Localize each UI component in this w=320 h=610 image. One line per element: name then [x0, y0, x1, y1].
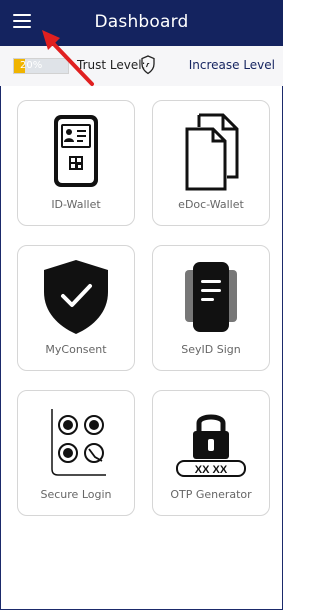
shield-icon [141, 55, 155, 75]
tile-edoc-wallet[interactable]: eDoc-Wallet [152, 100, 270, 226]
tile-otp-generator[interactable]: XX XX OTP Generator [152, 390, 270, 516]
tile-label: MyConsent [45, 343, 107, 356]
pattern-lock-icon [51, 409, 106, 476]
tile-myconsent[interactable]: MyConsent [17, 245, 135, 371]
tile-label: eDoc-Wallet [178, 198, 244, 211]
documents-icon [185, 113, 239, 191]
id-card-phone-icon [54, 115, 98, 187]
otp-lock-icon: XX XX [176, 414, 246, 477]
shield-check-icon [44, 260, 108, 334]
tile-seyid-sign[interactable]: SeyID Sign [152, 245, 270, 371]
tile-label: ID-Wallet [51, 198, 101, 211]
tile-label: SeyID Sign [181, 343, 241, 356]
svg-text:XX XX: XX XX [195, 464, 228, 476]
annotation-arrow-icon [42, 30, 94, 86]
sign-document-icon [185, 262, 237, 332]
increase-level-link[interactable]: Increase Level [189, 58, 275, 72]
tile-label: Secure Login [40, 488, 112, 501]
tile-label: OTP Generator [170, 488, 252, 501]
tile-secure-login[interactable]: Secure Login [17, 390, 135, 516]
tile-id-wallet[interactable]: ID-Wallet [17, 100, 135, 226]
